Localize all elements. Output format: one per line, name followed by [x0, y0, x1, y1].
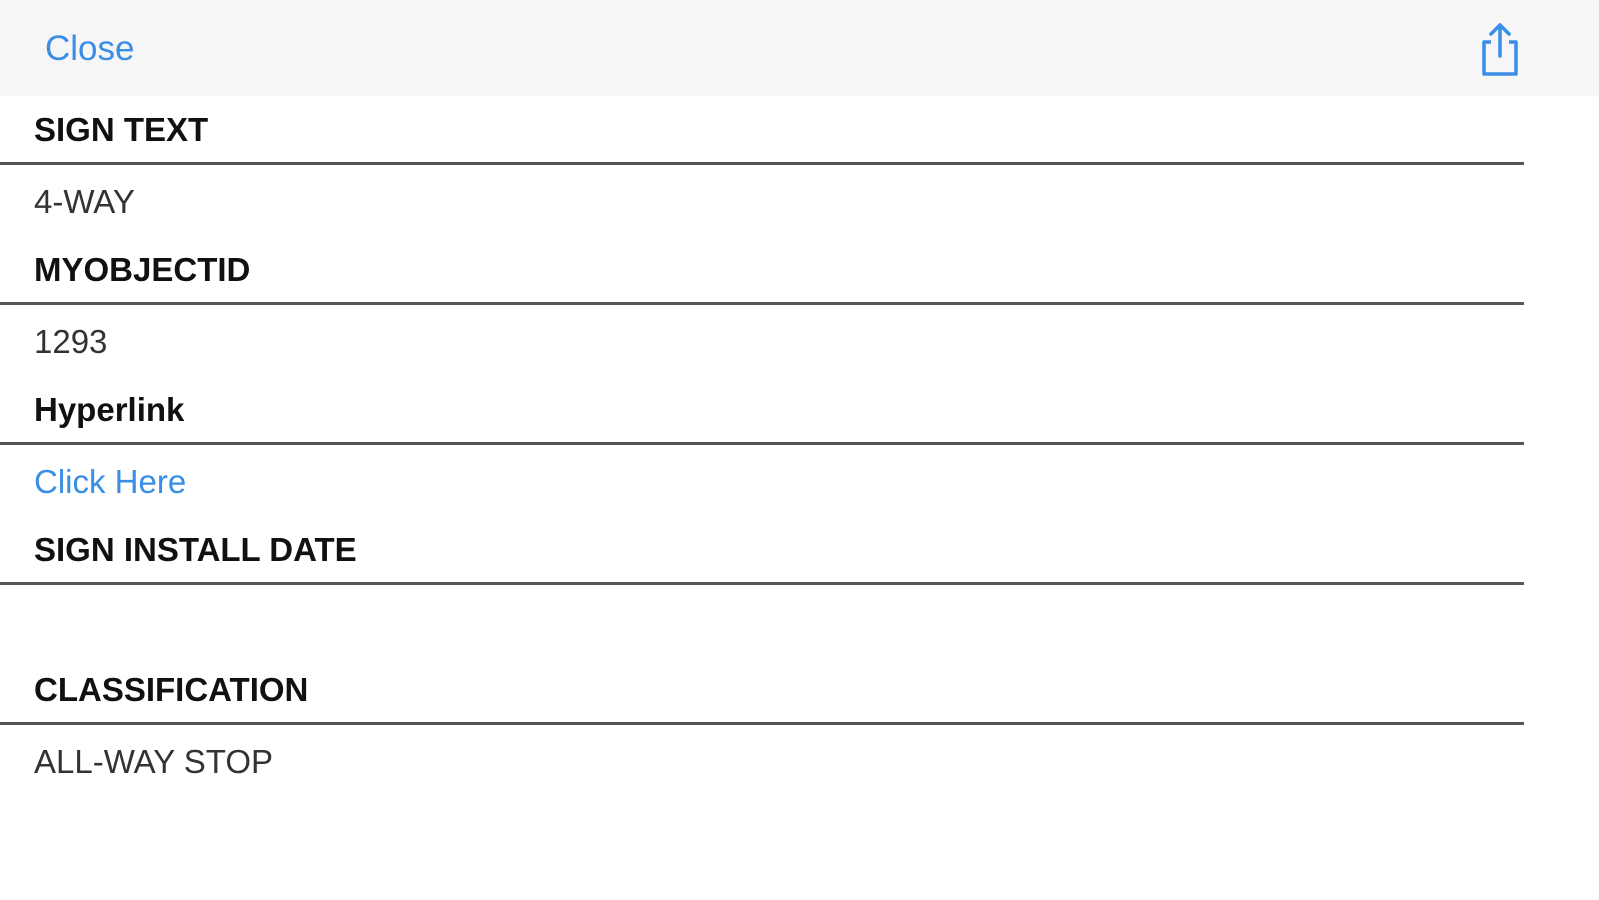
field-value: 4-WAY [34, 183, 135, 220]
field-value: 1293 [34, 323, 108, 360]
divider [0, 302, 1524, 305]
divider [0, 722, 1524, 725]
attribute-list: SIGN TEXT 4-WAY MYOBJECTID 1293 Hyperlin… [0, 96, 1599, 796]
share-icon [1482, 23, 1518, 76]
navigation-bar: Close [0, 0, 1599, 96]
field-classification: CLASSIFICATION ALL-WAY STOP [0, 656, 1599, 796]
field-sign-text: SIGN TEXT 4-WAY [0, 96, 1599, 236]
divider [0, 162, 1524, 165]
field-hyperlink: Hyperlink Click Here [0, 376, 1599, 516]
divider [0, 442, 1524, 445]
close-button[interactable]: Close [45, 26, 134, 72]
field-label: CLASSIFICATION [34, 671, 309, 708]
divider [0, 582, 1524, 585]
field-myobjectid: MYOBJECTID 1293 [0, 236, 1599, 376]
field-label: SIGN TEXT [34, 111, 209, 148]
field-value: ALL-WAY STOP [34, 743, 274, 780]
share-button[interactable] [1476, 20, 1524, 78]
field-label: MYOBJECTID [34, 251, 251, 288]
hyperlink-click-here[interactable]: Click Here [34, 460, 186, 504]
field-label: SIGN INSTALL DATE [34, 531, 357, 568]
field-sign-install-date: SIGN INSTALL DATE [0, 516, 1599, 656]
field-label: Hyperlink [34, 391, 185, 428]
